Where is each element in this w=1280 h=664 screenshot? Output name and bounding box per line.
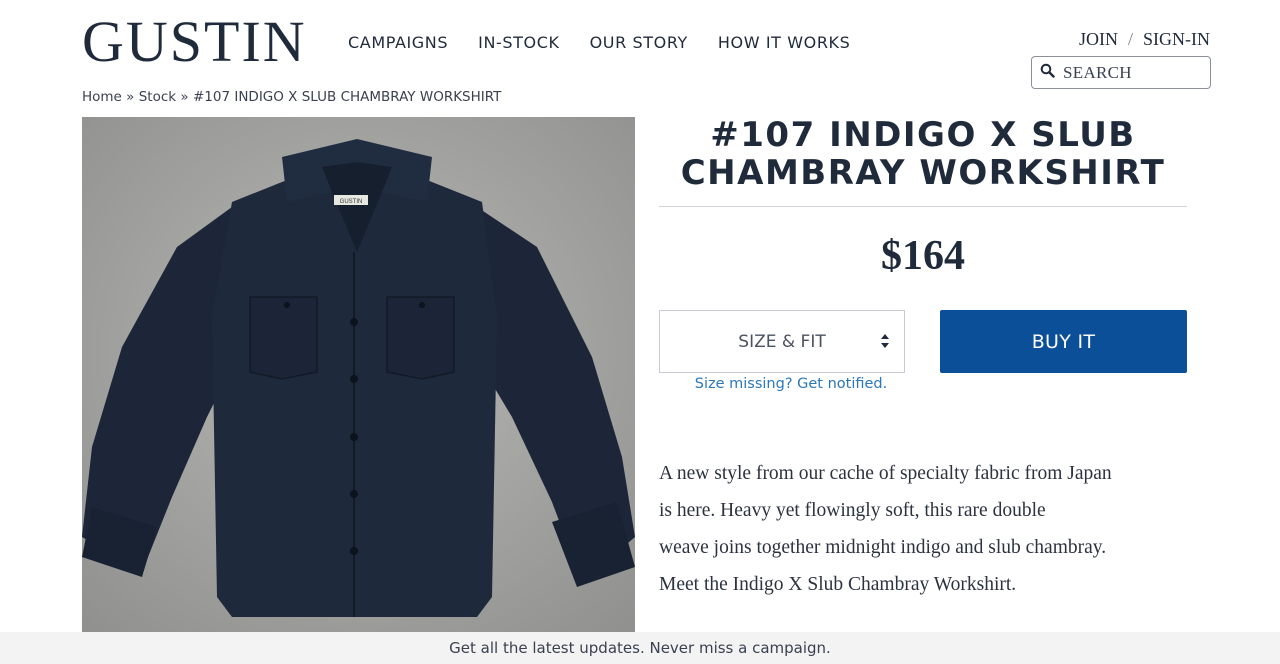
sign-in-link[interactable]: SIGN-IN	[1143, 29, 1210, 50]
product-title-line: #107 INDIGO X SLUB	[710, 115, 1136, 155]
description-line: is here. Heavy yet flowingly soft, this …	[659, 500, 1046, 521]
buy-it-button[interactable]: BUY IT	[940, 310, 1187, 373]
size-fit-select[interactable]: SIZE & FIT	[659, 310, 905, 373]
nav-how-it-works[interactable]: HOW IT WORKS	[718, 33, 851, 53]
breadcrumb-separator: »	[126, 89, 135, 105]
size-notify-link[interactable]: Size missing? Get notified.	[659, 376, 923, 392]
breadcrumb-current: #107 INDIGO X SLUB CHAMBRAY WORKSHIRT	[192, 89, 502, 105]
newsletter-text: Get all the latest updates. Never miss a…	[449, 639, 831, 657]
select-arrows-icon	[880, 333, 890, 354]
product-price: $164	[881, 233, 965, 279]
search-input[interactable]: SEARCH	[1031, 56, 1211, 89]
nav-in-stock[interactable]: IN-STOCK	[478, 33, 559, 53]
title-divider	[659, 206, 1187, 207]
description-line: weave joins together midnight indigo and…	[659, 537, 1107, 558]
breadcrumb: Home » Stock » #107 INDIGO X SLUB CHAMBR…	[82, 89, 501, 105]
join-link[interactable]: JOIN	[1079, 29, 1118, 50]
shirt-label-text: GUSTIN	[340, 199, 363, 205]
product-image[interactable]: GUSTIN	[82, 117, 635, 637]
account-separator: /	[1127, 29, 1133, 49]
size-fit-label: SIZE & FIT	[738, 331, 826, 352]
nav-our-story[interactable]: OUR STORY	[590, 33, 688, 53]
gustin-logo[interactable]: GUSTIN	[82, 10, 307, 74]
newsletter-bar[interactable]: Get all the latest updates. Never miss a…	[0, 632, 1280, 664]
main-nav: CAMPAIGNS IN-STOCK OUR STORY HOW IT WORK…	[348, 33, 850, 53]
account-links: JOIN / SIGN-IN	[1079, 29, 1210, 50]
description-line: Meet the Indigo X Slub Chambray Workshir…	[659, 574, 1017, 595]
search-icon	[1040, 63, 1055, 83]
nav-campaigns[interactable]: CAMPAIGNS	[348, 33, 448, 53]
breadcrumb-home[interactable]: Home	[82, 89, 122, 105]
product-title-line: CHAMBRAY WORKSHIRT	[680, 153, 1166, 193]
search-placeholder: SEARCH	[1063, 62, 1132, 82]
breadcrumb-separator: »	[180, 89, 189, 105]
product-title: #107 INDIGO X SLUB CHAMBRAY WORKSHIRT	[659, 116, 1187, 192]
breadcrumb-stock[interactable]: Stock	[139, 89, 176, 105]
description-line: A new style from our cache of specialty …	[659, 463, 1112, 484]
product-description: A new style from our cache of specialty …	[659, 455, 1194, 603]
